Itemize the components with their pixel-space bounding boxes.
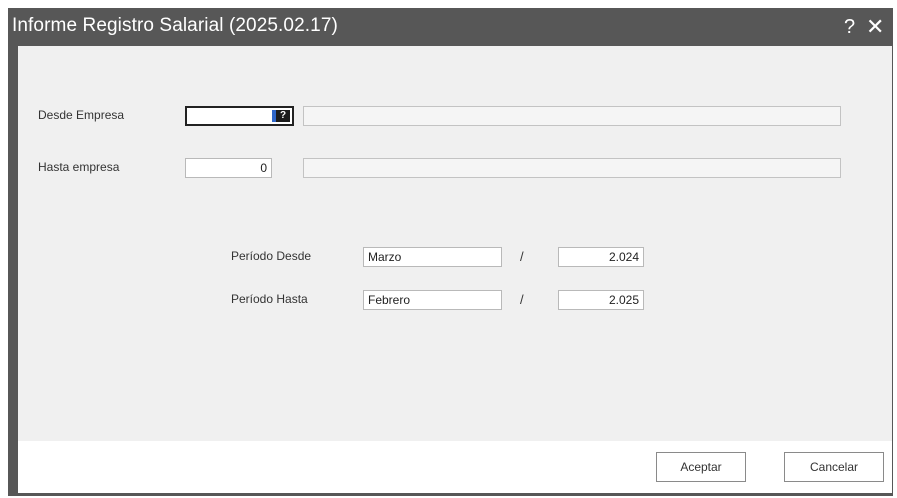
cancel-button[interactable]: Cancelar [784, 452, 884, 482]
desde-empresa-description [303, 106, 841, 126]
lookup-icon[interactable]: ? [276, 110, 290, 122]
desde-empresa-input[interactable]: ? [185, 106, 294, 126]
hasta-empresa-value: 0 [260, 161, 267, 175]
periodo-desde-month-value: Marzo [368, 250, 402, 264]
close-icon[interactable]: ✕ [866, 15, 884, 39]
desde-empresa-label: Desde Empresa [38, 108, 125, 122]
periodo-hasta-year-input[interactable]: 2.025 [558, 290, 644, 310]
dialog-window: Informe Registro Salarial (2025.02.17) ?… [8, 8, 893, 496]
periodo-hasta-separator: / [520, 292, 524, 307]
hasta-empresa-description [303, 158, 841, 178]
periodo-desde-year-input[interactable]: 2.024 [558, 247, 644, 267]
periodo-desde-month-input[interactable]: Marzo [363, 247, 502, 267]
dialog-title: Informe Registro Salarial (2025.02.17) [12, 15, 338, 36]
periodo-hasta-month-value: Febrero [368, 293, 411, 307]
periodo-hasta-month-input[interactable]: Febrero [363, 290, 502, 310]
form-panel: Desde Empresa ? Hasta empresa 0 Período … [18, 46, 892, 441]
periodo-hasta-label: Período Hasta [231, 292, 308, 306]
help-icon[interactable]: ? [844, 15, 855, 39]
periodo-desde-year-value: 2.024 [608, 250, 639, 264]
dialog-footer: Aceptar Cancelar [18, 441, 892, 493]
periodo-hasta-year-value: 2.025 [608, 293, 639, 307]
periodo-desde-separator: / [520, 249, 524, 264]
periodo-desde-label: Período Desde [231, 249, 312, 263]
accept-button[interactable]: Aceptar [656, 452, 746, 482]
hasta-empresa-label: Hasta empresa [38, 160, 120, 174]
hasta-empresa-input[interactable]: 0 [185, 158, 272, 178]
title-bar[interactable]: Informe Registro Salarial (2025.02.17) ?… [8, 8, 893, 46]
